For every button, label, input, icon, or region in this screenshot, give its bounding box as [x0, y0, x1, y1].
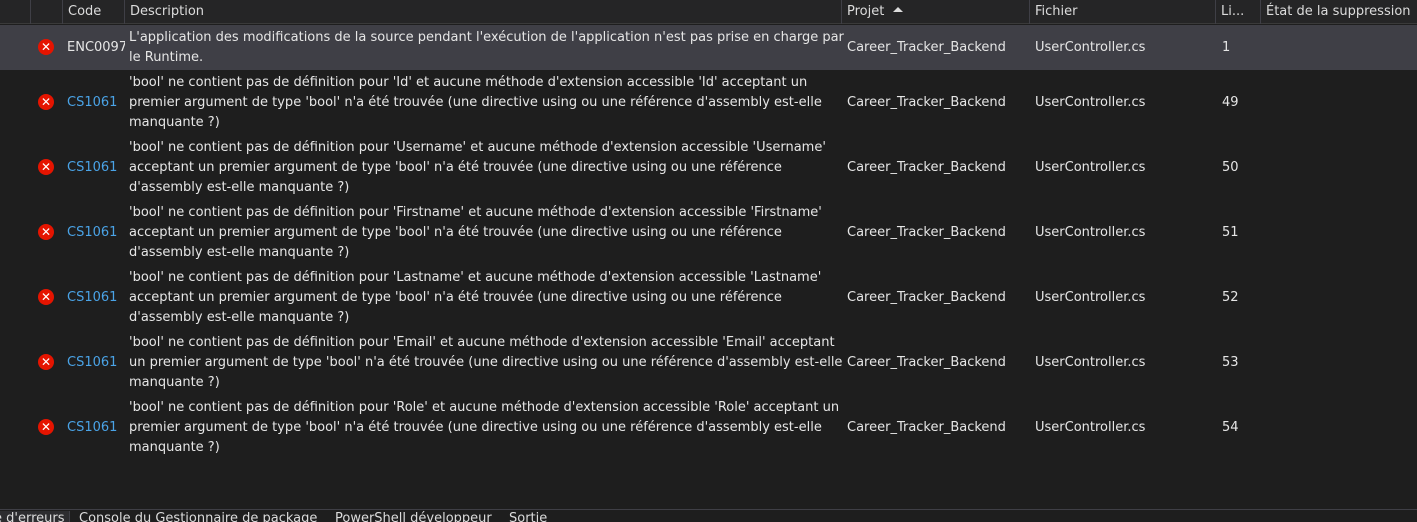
error-list-rows: ✕ ENC0097 L'application des modifications …	[0, 25, 1417, 460]
error-project: Career_Tracker_Backend	[847, 420, 1006, 435]
error-row[interactable]: ✕ CS1061'bool' ne contient pas de définit…	[0, 200, 1417, 265]
column-header-project[interactable]: Projet	[841, 0, 1029, 24]
error-code-link[interactable]: CS1061	[67, 353, 125, 373]
column-header-code-label: Code	[68, 4, 102, 19]
error-line: 54	[1222, 420, 1239, 435]
error-row[interactable]: ✕ CS1061'bool' ne contient pas de définit…	[0, 330, 1417, 395]
error-icon: ✕	[38, 39, 54, 55]
error-file: UserController.cs	[1035, 160, 1146, 175]
error-row[interactable]: ✕ ENC0097 L'application des modifications …	[0, 25, 1417, 70]
error-line: 51	[1222, 225, 1239, 240]
error-code: ENC0097	[67, 40, 125, 55]
error-file: UserController.cs	[1035, 225, 1146, 240]
error-project: Career_Tracker_Backend	[847, 355, 1006, 370]
error-code-link[interactable]: CS1061	[67, 93, 125, 113]
error-row[interactable]: ✕ CS1061'bool' ne contient pas de définit…	[0, 135, 1417, 200]
error-icon: ✕	[38, 419, 54, 435]
error-icon: ✕	[38, 159, 54, 175]
column-header-file[interactable]: Fichier	[1029, 0, 1215, 24]
error-project: Career_Tracker_Backend	[847, 225, 1006, 240]
error-row[interactable]: ✕ CS1061'bool' ne contient pas de définit…	[0, 265, 1417, 330]
error-file: UserController.cs	[1035, 420, 1146, 435]
column-header-project-label: Projet	[847, 4, 885, 19]
error-line: 53	[1222, 355, 1239, 370]
error-project: Career_Tracker_Backend	[847, 160, 1006, 175]
error-icon: ✕	[38, 94, 54, 110]
error-file: UserController.cs	[1035, 40, 1146, 55]
error-icon: ✕	[38, 224, 54, 240]
bottom-tab[interactable]: Console du Gestionnaire de package	[79, 511, 317, 522]
error-project: Career_Tracker_Backend	[847, 95, 1006, 110]
bottom-tab-strip: e d'erreurs Console du Gestionnaire de pa…	[0, 509, 1417, 522]
column-header-line[interactable]: Li...	[1215, 0, 1260, 24]
error-list-header: Code Description Projet Fichier Li... Ét…	[0, 0, 1417, 24]
error-code-link[interactable]: CS1061	[67, 288, 125, 308]
error-project: Career_Tracker_Backend	[847, 290, 1006, 305]
error-icon: ✕	[38, 354, 54, 370]
error-description: 'bool' ne contient pas de définition pou…	[129, 335, 843, 390]
column-header-file-label: Fichier	[1035, 4, 1078, 19]
column-header-description-label: Description	[130, 4, 205, 19]
error-description: L'application des modifications de la so…	[129, 30, 844, 65]
bottom-tab[interactable]: Sortie	[509, 511, 547, 522]
error-row[interactable]: ✕ CS1061'bool' ne contient pas de définit…	[0, 395, 1417, 460]
error-file: UserController.cs	[1035, 95, 1146, 110]
error-code-link[interactable]: CS1061	[67, 418, 125, 438]
header-icon-column[interactable]	[30, 0, 62, 24]
error-file: UserController.cs	[1035, 355, 1146, 370]
bottom-tab[interactable]: PowerShell développeur	[335, 511, 492, 522]
error-line: 1	[1222, 40, 1231, 55]
header-select-column[interactable]	[0, 0, 30, 24]
error-code-link[interactable]: CS1061	[67, 158, 125, 178]
sort-ascending-icon	[893, 7, 904, 12]
error-file: UserController.cs	[1035, 290, 1146, 305]
error-row[interactable]: ✕ CS1061'bool' ne contient pas de définit…	[0, 70, 1417, 135]
column-header-description[interactable]: Description	[124, 0, 841, 24]
bottom-tab[interactable]: e d'erreurs	[0, 511, 71, 522]
error-line: 52	[1222, 290, 1239, 305]
error-list-panel: Code Description Projet Fichier Li... Ét…	[0, 0, 1417, 522]
error-icon: ✕	[38, 289, 54, 305]
column-header-code[interactable]: Code	[62, 0, 124, 24]
error-line: 50	[1222, 160, 1239, 175]
error-description: 'bool' ne contient pas de définition pou…	[129, 270, 822, 325]
column-header-suppression-label: État de la suppression	[1266, 4, 1411, 19]
error-code-link[interactable]: CS1061	[67, 223, 125, 243]
error-description: 'bool' ne contient pas de définition pou…	[129, 205, 822, 260]
error-line: 49	[1222, 95, 1239, 110]
error-project: Career_Tracker_Backend	[847, 40, 1006, 55]
column-header-line-label: Li...	[1221, 4, 1245, 19]
error-description: 'bool' ne contient pas de définition pou…	[129, 140, 826, 195]
error-description: 'bool' ne contient pas de définition pou…	[129, 400, 840, 455]
column-header-suppression[interactable]: État de la suppression	[1260, 0, 1417, 24]
error-description: 'bool' ne contient pas de définition pou…	[129, 75, 822, 130]
